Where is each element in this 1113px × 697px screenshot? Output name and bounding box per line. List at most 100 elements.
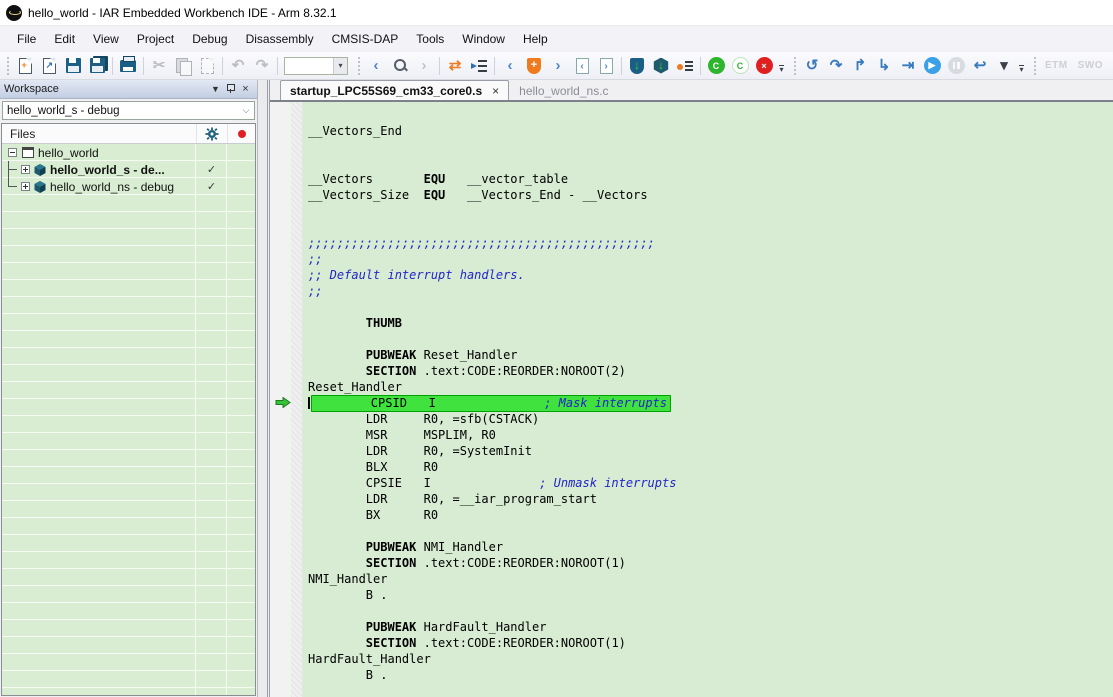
toggle-source-disassembly-button[interactable]: ⇄ xyxy=(443,54,467,78)
step-out-button[interactable]: ↱ xyxy=(848,54,872,78)
previous-bookmark-file-button[interactable]: ‹ xyxy=(570,54,594,78)
project-cube-icon xyxy=(34,164,46,176)
build-status-column-header xyxy=(227,124,255,143)
code-line: MSR MSPLIM, R0 xyxy=(303,427,1113,443)
make-button[interactable]: C xyxy=(704,54,728,78)
debug-menu-dropdown-button[interactable]: ▾ xyxy=(992,54,1016,78)
debug-menu-dropdown-icon: ▾ xyxy=(1000,58,1008,73)
next-bookmark-button[interactable]: › xyxy=(546,54,570,78)
tree-item-hello-world[interactable]: hello_world xyxy=(2,144,255,161)
tab-label: hello_world_ns.c xyxy=(519,84,608,98)
code-line: PUBWEAK NMI_Handler xyxy=(303,539,1113,555)
previous-bookmark-button[interactable]: ‹ xyxy=(498,54,522,78)
expand-icon[interactable] xyxy=(21,182,30,191)
toolbar-search-value xyxy=(285,58,333,74)
code-line: ;; xyxy=(303,251,1113,267)
menu-file[interactable]: File xyxy=(8,28,45,50)
panel-pin-icon[interactable] xyxy=(223,84,238,95)
menu-debug[interactable]: Debug xyxy=(183,28,236,50)
menu-cmsis-dap[interactable]: CMSIS-DAP xyxy=(323,28,408,50)
code-line: BLX R0 xyxy=(303,459,1113,475)
open-document-icon: ↗ xyxy=(43,58,56,74)
toolbar-drag-handle[interactable] xyxy=(357,56,362,76)
code-line: SECTION .text:CODE:REORDER:NOROOT(2) xyxy=(303,363,1113,379)
panel-close-icon[interactable]: × xyxy=(238,83,253,95)
editor-tab-hello-world-ns-c[interactable]: hello_world_ns.c xyxy=(509,80,618,100)
tree-item-hello-world-s-de[interactable]: hello_world_s - de...✓ xyxy=(2,161,255,178)
copy-icon xyxy=(176,58,191,74)
window-titlebar: hello_world - IAR Embedded Workbench IDE… xyxy=(0,0,1113,26)
tree-item-label: hello_world_ns - debug xyxy=(50,180,174,194)
expand-icon[interactable] xyxy=(21,165,30,174)
stop-build-button[interactable]: × xyxy=(752,54,776,78)
step-over-button[interactable]: ↷ xyxy=(824,54,848,78)
tab-label: startup_LPC55S69_cm33_core0.s xyxy=(290,84,482,98)
menu-help[interactable]: Help xyxy=(514,28,557,50)
collapse-icon[interactable] xyxy=(8,148,17,157)
toolbar-overflow-button[interactable]: ▾ xyxy=(776,56,787,76)
tree-connector xyxy=(6,161,18,178)
navigate-backward-button[interactable]: ‹ xyxy=(364,54,388,78)
toolbar-drag-handle[interactable] xyxy=(793,56,798,76)
stop-debugging-button[interactable]: ↩ xyxy=(968,54,992,78)
new-document-button[interactable]: + xyxy=(13,54,37,78)
go-button[interactable]: ▶ xyxy=(920,54,944,78)
compile-button[interactable]: C xyxy=(728,54,752,78)
toolbar-drag-handle[interactable] xyxy=(1033,56,1038,76)
code-line xyxy=(303,299,1113,315)
code-line: PUBWEAK Reset_Handler xyxy=(303,347,1113,363)
red-dot-icon xyxy=(238,130,246,138)
code-line: B . xyxy=(303,587,1113,603)
cut-icon: ✂ xyxy=(153,58,166,73)
menu-tools[interactable]: Tools xyxy=(407,28,453,50)
toggle-bookmark-button[interactable]: + xyxy=(522,54,546,78)
code-line: LDR R0, =__iar_program_start xyxy=(303,491,1113,507)
code-line: HardFault_Handler xyxy=(303,651,1113,667)
undo-icon: ↶ xyxy=(232,58,245,73)
code-line: NMI_Handler xyxy=(303,571,1113,587)
next-bookmark-file-button[interactable]: › xyxy=(594,54,618,78)
debug-without-downloading-button[interactable]: ↓ xyxy=(649,54,673,78)
run-to-cursor-button[interactable]: ⇥ xyxy=(896,54,920,78)
edit-breakpoints-button[interactable] xyxy=(673,54,697,78)
open-document-button[interactable]: ↗ xyxy=(37,54,61,78)
step-into-button[interactable]: ↳ xyxy=(872,54,896,78)
save-button[interactable] xyxy=(61,54,85,78)
code-line: SECTION .text:CODE:REORDER:NOROOT(1) xyxy=(303,555,1113,571)
menu-project[interactable]: Project xyxy=(128,28,183,50)
find-button[interactable] xyxy=(388,54,412,78)
print-button[interactable] xyxy=(116,54,140,78)
iar-app-icon xyxy=(6,5,22,21)
files-column-header: Files xyxy=(2,124,255,144)
toolbar-search-combobox[interactable]: ▾ xyxy=(284,57,348,75)
menu-edit[interactable]: Edit xyxy=(45,28,84,50)
reset-button[interactable]: ↺ xyxy=(800,54,824,78)
execution-pointer-icon xyxy=(275,397,291,408)
code-line xyxy=(303,603,1113,619)
copy-button xyxy=(171,54,195,78)
code-editor[interactable]: __Vectors_End __Vectors EQU __vector_tab… xyxy=(303,102,1113,697)
tree-item-hello-world-ns-debug[interactable]: hello_world_ns - debug✓ xyxy=(2,178,255,195)
menu-window[interactable]: Window xyxy=(453,28,514,50)
breakpoint-gutter[interactable] xyxy=(270,102,303,697)
toolbar-drag-handle[interactable] xyxy=(6,56,11,76)
go-to-list-button[interactable] xyxy=(467,54,491,78)
build-configuration-select[interactable]: hello_world_s - debug ⌵ xyxy=(2,101,255,120)
chevron-down-icon: ⌵ xyxy=(238,105,254,116)
menu-disassembly[interactable]: Disassembly xyxy=(237,28,323,50)
make-icon: C xyxy=(708,57,725,74)
chevron-down-icon[interactable]: ▾ xyxy=(333,58,347,74)
menu-view[interactable]: View xyxy=(84,28,128,50)
panel-splitter[interactable] xyxy=(258,80,270,697)
editor-tab-startup-lpc55s69-cm33-core0-s[interactable]: startup_LPC55S69_cm33_core0.s × xyxy=(280,80,509,100)
tab-close-icon[interactable]: × xyxy=(492,84,499,98)
debug-without-downloading-icon: ↓ xyxy=(653,58,669,74)
save-all-button[interactable] xyxy=(85,54,109,78)
download-and-debug-button[interactable]: ↓ xyxy=(625,54,649,78)
break-button xyxy=(944,54,968,78)
toolbar-overflow-button[interactable]: ▾ xyxy=(1016,56,1027,76)
workspace-panel-header: Workspace ▼ × xyxy=(0,80,257,99)
etm-trace-button: ETM xyxy=(1040,54,1073,78)
step-into-icon: ↳ xyxy=(878,58,891,73)
panel-menu-dropdown-icon[interactable]: ▼ xyxy=(208,84,223,94)
